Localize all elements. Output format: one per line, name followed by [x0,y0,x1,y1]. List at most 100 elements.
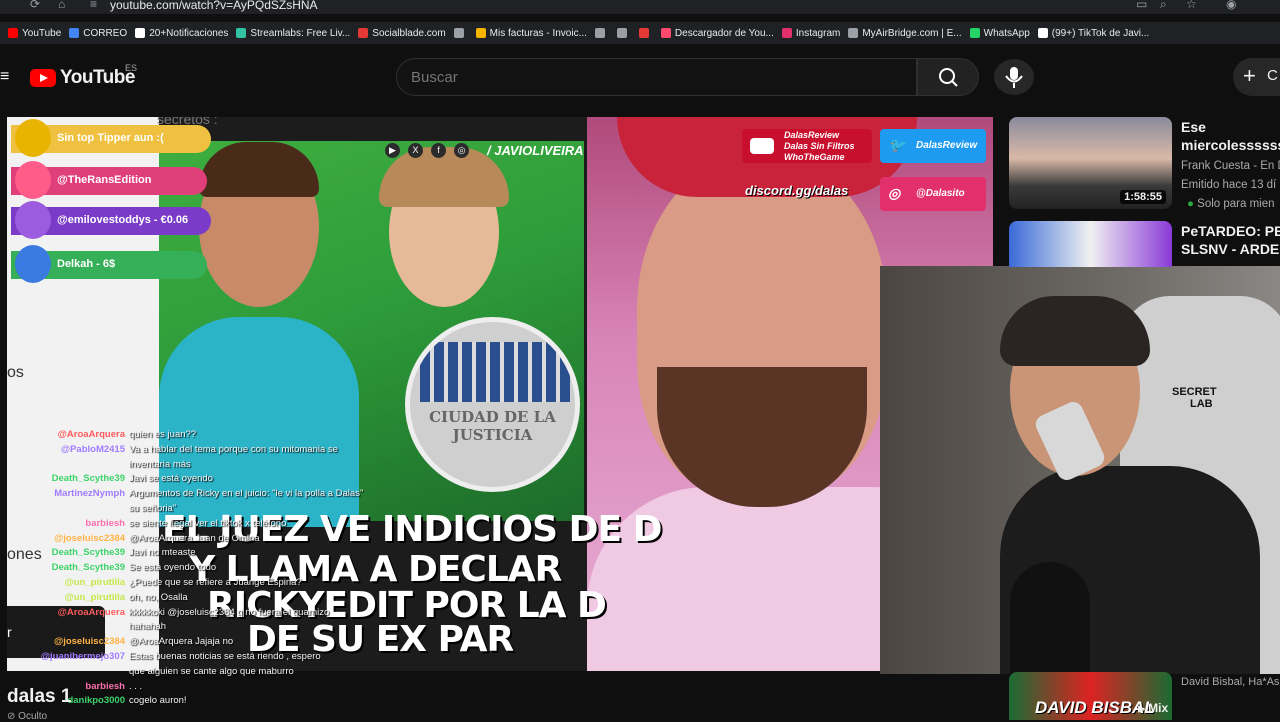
instagram-icon: ◎ [454,143,469,158]
bookmark-star-icon[interactable]: ☆ [1186,0,1197,11]
site-info-icon[interactable]: ≡ [90,0,97,11]
chat-username [7,620,129,635]
mix-thumbnail-text: DAVID BISBAL [1035,698,1155,717]
chat-message: @un_pirutilla ¿Puede que se refiere a Jua… [7,576,477,591]
visibility-label: ⊘ Oculto [7,711,47,722]
tip-alert: Sin top Tipper aun :( [11,119,211,157]
chat-text: @AroaArquera Juan de Omlna [129,532,260,544]
bookmark-item[interactable]: YouTube [8,28,61,39]
install-icon[interactable]: ▭ [1136,0,1147,11]
chat-message: Death_Scythe39 Se está oyendo todo [7,561,477,576]
recommendation-2-thumbnail[interactable] [1009,221,1172,267]
alert-badge-icon [15,161,51,199]
recommendation-1-thumbnail[interactable]: 1:58:55 [1009,117,1172,209]
members-only-label: Solo para mien [1197,198,1275,210]
bookmark-item[interactable]: CORREO [69,28,127,39]
chat-message: barbiesh se siente ilegal ver el tiktok x… [7,517,477,532]
mix-label: ⫸ Mix [1138,701,1168,716]
bookmark-item[interactable]: (99+) TikTok de Javi... [1037,28,1149,39]
chat-text: oh, no, Osalla [129,591,188,603]
chat-username: MartinezNymph [54,488,125,500]
youtube-icon: ▶ [385,143,400,158]
recommendation-1-duration: 1:58:55 [1120,190,1166,204]
webcam-overlay: SECRET LAB [880,266,1280,674]
chat-text: kkkkkoki @joseluisc2384 q no fuera el gu… [129,606,330,618]
reload-icon[interactable]: ⟳ [30,0,40,11]
extension-icon[interactable]: ◉ [1226,0,1236,11]
bookmark-item[interactable]: 20+Notificaciones [135,28,228,39]
bookmark-item[interactable]: Mis facturas - Invoic... [475,28,587,39]
recommendation-2-title-2[interactable]: SLSNV - ARDE T [1181,241,1280,257]
bookmark-label: MyAirBridge.com | E... [862,27,962,39]
recommendation-2-title[interactable]: PeTARDEO: PEP [1181,223,1280,239]
bookmark-item[interactable]: Descargador de You... [660,28,774,39]
instagram-handle: @Dalasito [916,188,965,199]
search-button[interactable] [917,58,979,96]
recommendation-1[interactable]: 1:58:55 Ese miercolesssssss Frank Cuesta… [1009,117,1280,217]
chat-message: barbiesh. . . [7,680,477,695]
chat-username [7,502,129,517]
discord-link: discord.gg/dalas [745,183,849,198]
plus-icon: + [1243,63,1256,88]
mix-meta[interactable]: David Bisbal, Ha*As [1181,676,1279,688]
chat-text: hahahah [129,621,166,633]
alert-badge-icon [15,119,51,157]
chat-text: Argumentos de Ricky en el juicio: "le vi… [129,488,364,500]
youtube-promo-icon [750,138,774,154]
recommendation-2[interactable]: PeTARDEO: PEP SLSNV - ARDE T [1009,221,1280,267]
bookmark-item[interactable]: MyAirBridge.com | E... [848,27,962,39]
chat-text: . . . [129,680,143,692]
bookmark-item[interactable]: WhatsApp [969,27,1030,39]
twitter-handle: DalasReview [916,140,978,151]
bookmark-label: 20+Notificaciones [149,27,229,39]
recommendation-1-title-2[interactable]: miercolesssssss [1181,137,1280,153]
tip-alert: @TheRansEdition [11,161,207,199]
chat-text: Se está oyendo todo [129,562,217,574]
recommendation-1-title[interactable]: Ese [1181,119,1280,135]
chat-message: hahahah [7,620,477,635]
bookmark-item[interactable]: Socialblade.com [358,28,446,39]
zoom-icon[interactable]: ⌕ [1160,0,1167,12]
search-box[interactable] [396,58,917,96]
bookmark-item[interactable] [594,28,609,38]
tip-alert-text: @TheRansEdition [57,174,152,186]
microphone-icon [1005,67,1023,88]
chat-message: @PabloM2415 Va a hablar del tema porque c… [7,443,477,458]
bookmarks-bar: YouTube CORREO 20+Notificaciones Streamlabs… [0,22,1280,44]
alert-badge-icon [15,201,51,239]
members-check-icon: ● [1187,198,1194,210]
instagram-promo: ◎ @Dalasito [880,177,986,211]
bookmark-item[interactable] [453,28,468,38]
chat-username: @joseluisc2384 [53,636,125,648]
recommendation-1-channel[interactable]: Frank Cuesta - En D [1181,160,1280,172]
menu-icon[interactable]: ≡ [0,68,9,86]
bookmark-item[interactable] [638,28,653,38]
bookmark-item[interactable]: Instagram [781,28,840,39]
chat-username: @un_pirutilla [64,576,125,588]
chair-brand-line2: LAB [1190,398,1213,410]
bookmark-favicon-icon [236,28,247,38]
youtube-header: ≡ YouTube ES + C [0,50,1280,106]
create-button[interactable]: + C [1233,58,1280,96]
search-icon [939,68,958,87]
voice-search-button[interactable] [994,59,1034,95]
chat-text: que alguien se cante algo que maburro [129,665,294,677]
home-icon[interactable]: ⌂ [58,0,65,11]
bookmark-favicon-icon [594,28,605,38]
bookmark-item[interactable]: Streamlabs: Free Liv... [236,28,350,39]
chat-message: que alguien se cante algo que maburro [7,665,477,680]
facebook-icon: f [431,143,446,158]
bookmark-item[interactable] [616,28,631,38]
twitter-icon: 🐦 [888,137,906,153]
chair-brand-line1: SECRET [1172,386,1217,398]
chat-username: @juanibermejo307 [40,650,125,662]
youtube-logo[interactable]: YouTube ES [30,63,137,89]
bookmark-favicon-icon [453,28,464,38]
mix-icon: ⫸ [1138,701,1145,715]
bookmark-label: WhatsApp [983,27,1030,39]
search-input[interactable] [411,69,891,86]
address-bar-url[interactable]: youtube.com/watch?v=AyPQdSZsHNA [110,0,318,12]
chat-text: Estas buenas noticias se está riendo , e… [129,650,321,662]
hidden-icon: ⊘ [7,711,16,722]
chat-message: Death_Scythe39 Javi se está oyendo [7,472,477,487]
